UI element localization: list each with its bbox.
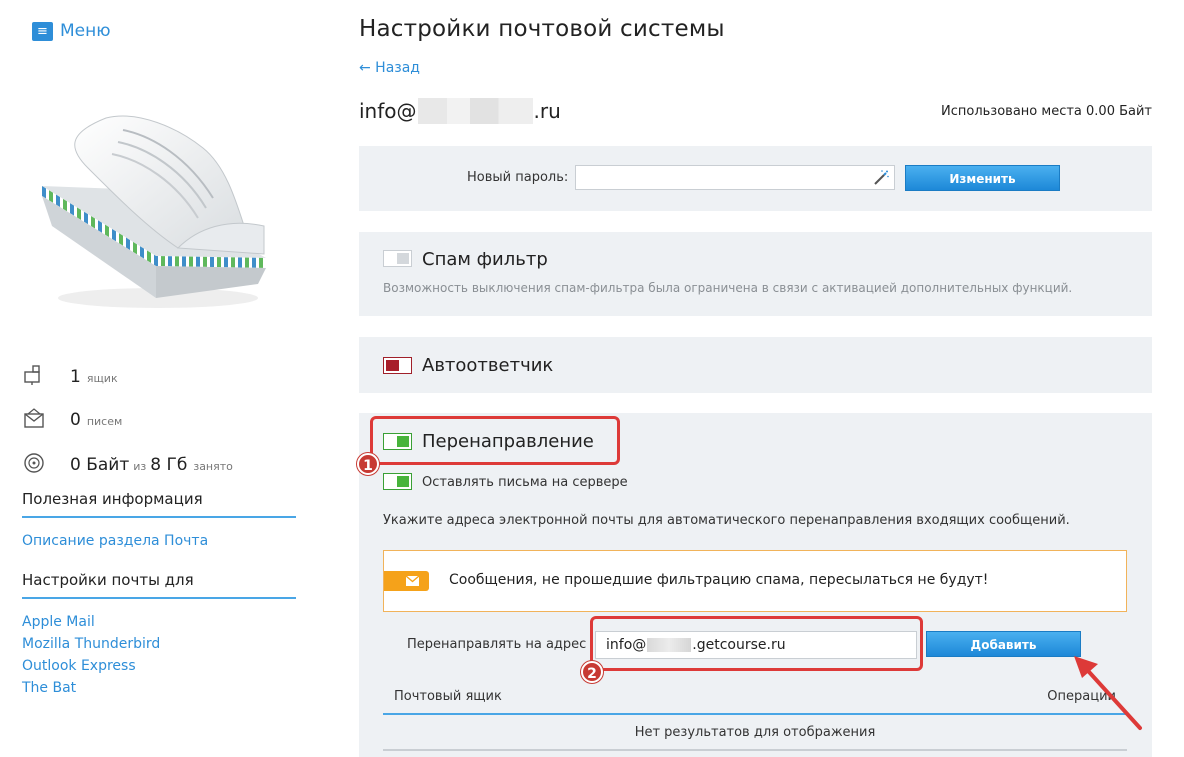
mailbox-suffix: .ru	[533, 99, 561, 123]
storage-used: 0 Байт	[70, 455, 130, 475]
back-link[interactable]: ← Назад	[359, 60, 420, 76]
letters-count-unit: писем	[86, 415, 123, 428]
magic-wand-icon[interactable]	[872, 169, 890, 187]
storage-of: из	[133, 460, 147, 473]
annotation-box-forwarding	[370, 416, 620, 465]
mailbox-prefix: info@	[359, 99, 417, 123]
redacted-domain	[417, 98, 533, 124]
link-mail-section-description[interactable]: Описание раздела Почта	[22, 533, 208, 549]
spam-warning: Сообщения, не прошедшие фильтрацию спама…	[383, 550, 1127, 612]
page-title: Настройки почтовой системы	[359, 16, 725, 42]
mailbox-count-unit: ящик	[86, 372, 118, 385]
letters-count-value: 0	[70, 410, 81, 430]
change-password-button[interactable]: Изменить	[905, 165, 1060, 191]
forward-table-header: Почтовый ящик Операции	[383, 679, 1127, 715]
useful-info-heading: Полезная информация	[22, 490, 203, 508]
spam-warning-text: Сообщения, не прошедшие фильтрацию спама…	[449, 572, 989, 588]
keep-on-server-label: Оставлять письма на сервере	[422, 475, 628, 490]
password-input[interactable]	[575, 165, 895, 190]
password-label: Новый пароль:	[467, 170, 569, 185]
forward-address-label: Перенаправлять на адрес	[407, 637, 587, 652]
space-used: Использовано места 0.00 Байт	[941, 104, 1152, 119]
menu-button[interactable]: ≡ Меню	[32, 21, 111, 41]
spam-filter-toggle[interactable]	[383, 250, 412, 267]
clients-heading: Настройки почты для	[22, 571, 194, 589]
mailbox-icon	[24, 365, 40, 385]
mailbox-address: info@ .ru	[359, 98, 561, 124]
envelope-icon	[24, 408, 44, 428]
letters-count: 0 писем	[22, 403, 122, 430]
autoresponder-panel: Автоответчик	[359, 337, 1152, 393]
mailbox-count: 1 ящик	[22, 360, 118, 387]
link-the-bat[interactable]: The Bat	[22, 680, 76, 696]
annotation-arrow	[1074, 656, 1142, 730]
col-mailbox: Почтовый ящик	[394, 689, 502, 704]
forwarding-instruction: Укажите адреса электронной почты для авт…	[383, 513, 1070, 528]
annotation-box-address	[590, 616, 923, 671]
link-mozilla-thunderbird[interactable]: Mozilla Thunderbird	[22, 636, 160, 652]
annotation-badge-2: 2	[581, 661, 603, 683]
forward-table-empty-row: Нет результатов для отображения	[383, 715, 1127, 751]
hamburger-icon: ≡	[32, 21, 53, 41]
add-forward-button[interactable]: Добавить	[926, 631, 1081, 657]
link-outlook-express[interactable]: Outlook Express	[22, 658, 136, 674]
storage-usage: 0 Байт из 8 Гб занято	[22, 448, 233, 475]
autoresponder-title: Автоответчик	[422, 355, 554, 376]
spam-panel: Спам фильтр Возможность выключения спам-…	[359, 232, 1152, 316]
storage-total: 8 Гб	[150, 455, 188, 475]
autoresponder-toggle[interactable]	[383, 357, 412, 374]
menu-label: Меню	[60, 21, 111, 41]
annotation-badge-1: 1	[357, 453, 379, 475]
spam-filter-note: Возможность выключения спам-фильтра была…	[383, 281, 1073, 295]
keep-on-server-toggle[interactable]	[383, 473, 412, 490]
password-panel: Новый пароль: Изменить	[359, 146, 1152, 211]
envelope-icon	[384, 571, 429, 591]
divider	[22, 597, 296, 599]
divider	[22, 516, 296, 518]
link-apple-mail[interactable]: Apple Mail	[22, 614, 95, 630]
storage-suffix: занято	[193, 460, 233, 473]
empty-message: Нет результатов для отображения	[634, 725, 876, 740]
mail-illustration	[42, 115, 266, 308]
mailbox-count-value: 1	[70, 367, 81, 387]
disk-icon	[24, 453, 44, 473]
spam-filter-title: Спам фильтр	[422, 249, 548, 270]
